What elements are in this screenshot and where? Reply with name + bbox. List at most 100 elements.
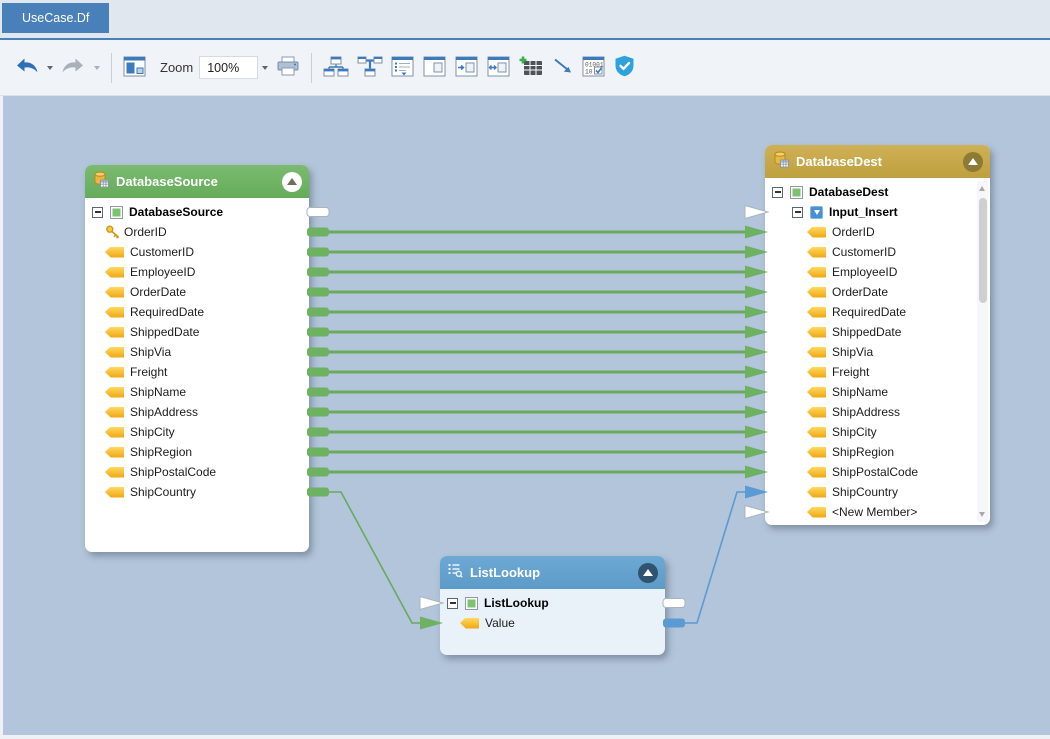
tree-row-orderdate[interactable]: OrderDate (85, 282, 309, 302)
tree-row-employeeid[interactable]: EmployeeID (765, 262, 976, 282)
field-icon (807, 347, 826, 358)
scroll-down-icon[interactable] (979, 512, 985, 517)
zoom-dropdown-button[interactable] (259, 52, 271, 84)
field-icon (807, 487, 826, 498)
tree-row-freight[interactable]: Freight (765, 362, 976, 382)
redo-button[interactable] (58, 52, 89, 84)
collapse-node-button[interactable] (963, 152, 983, 172)
tree-row-orderid[interactable]: OrderID (765, 222, 976, 242)
toolbox-panel-button[interactable] (120, 52, 149, 84)
tree-row-shippeddate[interactable]: ShippedDate (85, 322, 309, 342)
tree-row-shippostalcode[interactable]: ShipPostalCode (85, 462, 309, 482)
chevron-down-icon (47, 66, 53, 70)
table-node-icon (110, 206, 123, 219)
tree-row-shipaddress[interactable]: ShipAddress (85, 402, 309, 422)
shield-check-icon (614, 55, 635, 80)
draw-link-button[interactable] (548, 52, 577, 84)
tree-row-customerid[interactable]: CustomerID (765, 242, 976, 262)
field-icon (807, 247, 826, 258)
scroll-up-icon[interactable] (979, 186, 985, 191)
tree-row-shipaddress[interactable]: ShipAddress (765, 402, 976, 422)
redo-dropdown-button[interactable] (91, 52, 103, 84)
database-icon (772, 151, 789, 173)
tree-row-employeeid[interactable]: EmployeeID (85, 262, 309, 282)
field-label: ShippedDate (832, 325, 901, 339)
field-icon (105, 267, 124, 278)
zoom-select[interactable]: 100% (199, 56, 258, 79)
redo-icon (61, 57, 86, 78)
collapse-expander-icon[interactable] (772, 187, 783, 198)
tree-row-requireddate[interactable]: RequiredDate (85, 302, 309, 322)
tree-row-databasesource[interactable]: DatabaseSource (85, 202, 309, 222)
node-databasesource[interactable]: DatabaseSourceDatabaseSourceOrderIDCusto… (85, 165, 309, 552)
svg-text:10: 10 (585, 68, 593, 75)
undo-button[interactable] (11, 52, 42, 84)
field-label: EmployeeID (130, 265, 195, 279)
collapse-expander-icon[interactable] (792, 207, 803, 218)
tree-row-value[interactable]: Value (440, 613, 665, 633)
tree-row-shipcity[interactable]: ShipCity (85, 422, 309, 442)
field-label: EmployeeID (832, 265, 897, 279)
tree-row-requireddate[interactable]: RequiredDate (765, 302, 976, 322)
collapse-node-button[interactable] (282, 172, 302, 192)
tree-row-shippeddate[interactable]: ShippedDate (765, 322, 976, 342)
field-label: OrderDate (832, 285, 888, 299)
dataflow-canvas[interactable]: DatabaseSourceDatabaseSourceOrderIDCusto… (0, 96, 1050, 739)
fit-width-button[interactable] (484, 52, 514, 84)
binary-check-icon: 0100110 (582, 56, 606, 80)
tree-row-shipvia[interactable]: ShipVia (85, 342, 309, 362)
node-header[interactable]: ListLookup (440, 556, 665, 589)
auto-layout-horizontal-button[interactable] (320, 52, 352, 84)
chevron-down-icon (94, 66, 100, 70)
tree-row-shipregion[interactable]: ShipRegion (765, 442, 976, 462)
tab-usecase-df[interactable]: UseCase.Df (2, 3, 109, 33)
verify-dataflow-button[interactable] (611, 52, 638, 84)
node-header[interactable]: DatabaseSource (85, 165, 309, 198)
field-icon (807, 407, 826, 418)
node-databasedest[interactable]: DatabaseDestDatabaseDestInput_InsertOrde… (765, 145, 990, 525)
scrollbar-thumb[interactable] (979, 198, 987, 303)
tree-row-orderdate[interactable]: OrderDate (765, 282, 976, 302)
field-icon (105, 407, 124, 418)
tree-row-customerid[interactable]: CustomerID (85, 242, 309, 262)
tree-row-shipcountry[interactable]: ShipCountry (85, 482, 309, 502)
collapse-node-button[interactable] (638, 563, 658, 583)
field-icon (807, 467, 826, 478)
tree-row-listlookup[interactable]: ListLookup (440, 593, 665, 613)
tree-row-databasedest[interactable]: DatabaseDest (765, 182, 976, 202)
node-scrollbar[interactable] (977, 181, 988, 522)
collapse-expander-icon[interactable] (447, 598, 458, 609)
app-window: UseCase.Df Zoom 100% (0, 0, 1050, 739)
tree-row-shipname[interactable]: ShipName (765, 382, 976, 402)
field-icon (105, 487, 124, 498)
field-label: ShipName (130, 385, 186, 399)
collapse-expander-icon[interactable] (92, 207, 103, 218)
tree-row-shipcity[interactable]: ShipCity (765, 422, 976, 442)
field-label: ShipVia (130, 345, 171, 359)
align-nodes-button[interactable] (452, 52, 482, 84)
field-icon (105, 307, 124, 318)
tree-row-freight[interactable]: Freight (85, 362, 309, 382)
table-node-icon (465, 597, 478, 610)
expand-collapse-nodes-button[interactable] (388, 52, 418, 84)
data-preview-check-button[interactable]: 0100110 (579, 52, 609, 84)
tree-row-shippostalcode[interactable]: ShipPostalCode (765, 462, 976, 482)
undo-dropdown-button[interactable] (44, 52, 56, 84)
tree-row-shipvia[interactable]: ShipVia (765, 342, 976, 362)
node-listlookup[interactable]: ListLookupListLookupValue (440, 556, 665, 655)
node-header[interactable]: DatabaseDest (765, 145, 990, 178)
auto-layout-vertical-button[interactable] (354, 52, 386, 84)
tree-row-shipcountry[interactable]: ShipCountry (765, 482, 976, 502)
print-button[interactable] (273, 52, 303, 84)
tree-row-new-member[interactable]: <New Member> (765, 502, 976, 522)
tree-row-shipname[interactable]: ShipName (85, 382, 309, 402)
field-icon (807, 427, 826, 438)
tree-row-input-insert[interactable]: Input_Insert (765, 202, 976, 222)
tree-row-shipregion[interactable]: ShipRegion (85, 442, 309, 462)
tree-row-orderid[interactable]: OrderID (85, 222, 309, 242)
field-label: ShipPostalCode (832, 465, 918, 479)
field-icon (105, 287, 124, 298)
panel-resize-icon (487, 56, 511, 80)
preview-panel-button[interactable] (420, 52, 450, 84)
add-data-grid-button[interactable] (516, 52, 546, 84)
